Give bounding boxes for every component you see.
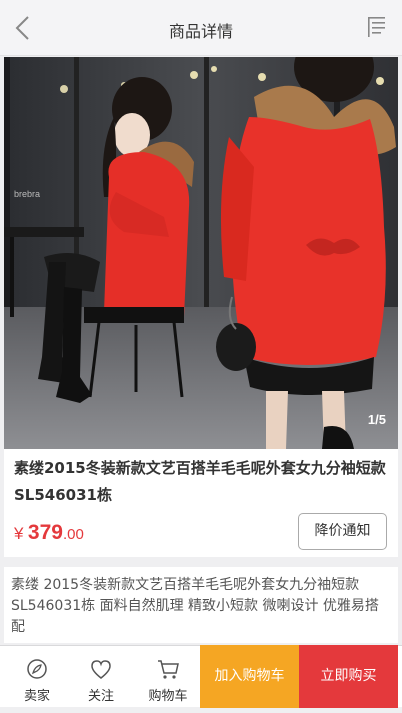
add-to-cart-button[interactable]: 加入购物车 <box>200 645 299 708</box>
tab-follow[interactable]: 关注 <box>69 646 133 708</box>
cart-icon <box>158 660 179 679</box>
product-description: 素缕 2015冬装新款文艺百搭羊毛毛呢外套女九分袖短款SL546031栋 面料自… <box>4 567 398 643</box>
buy-now-button[interactable]: 立即购买 <box>299 645 398 708</box>
price-drop-notify-button[interactable]: 降价通知 <box>298 513 387 550</box>
product-name: 素缕2015冬装新款文艺百搭羊毛毛呢外套女九分袖短款SL546031栋 <box>14 459 386 504</box>
tab-cart[interactable]: 购物车 <box>136 646 200 708</box>
tab-seller-label: 卖家 <box>23 689 50 704</box>
tab-follow-label: 关注 <box>87 689 114 704</box>
product-price: ¥ 379.00 <box>14 521 84 545</box>
price-currency: ¥ <box>14 524 24 543</box>
seller-icon <box>27 659 47 679</box>
heart-icon <box>91 660 111 679</box>
more-menu-button[interactable] <box>368 16 388 38</box>
product-photo: brebra <box>4 57 398 449</box>
price-integer: 379 <box>27 521 63 544</box>
page-title: 商品详情 <box>168 22 233 41</box>
tab-seller[interactable]: 卖家 <box>5 646 69 708</box>
top-nav-bar: 商品详情 <box>0 0 402 56</box>
price-decimal: .00 <box>62 526 84 543</box>
product-info-panel: 素缕2015冬装新款文艺百搭羊毛毛呢外套女九分袖短款SL546031栋 ¥ 37… <box>4 449 398 557</box>
tab-cart-label: 购物车 <box>148 689 188 704</box>
image-pager: 1/5 <box>367 412 386 427</box>
menu-list-icon <box>368 17 385 37</box>
product-image-carousel[interactable]: brebra 1/5 <box>4 57 398 449</box>
window-watermark: brebra <box>14 189 40 199</box>
bottom-action-bar: 卖家 关注 购物车 加入购物车 立即购买 <box>0 645 402 708</box>
